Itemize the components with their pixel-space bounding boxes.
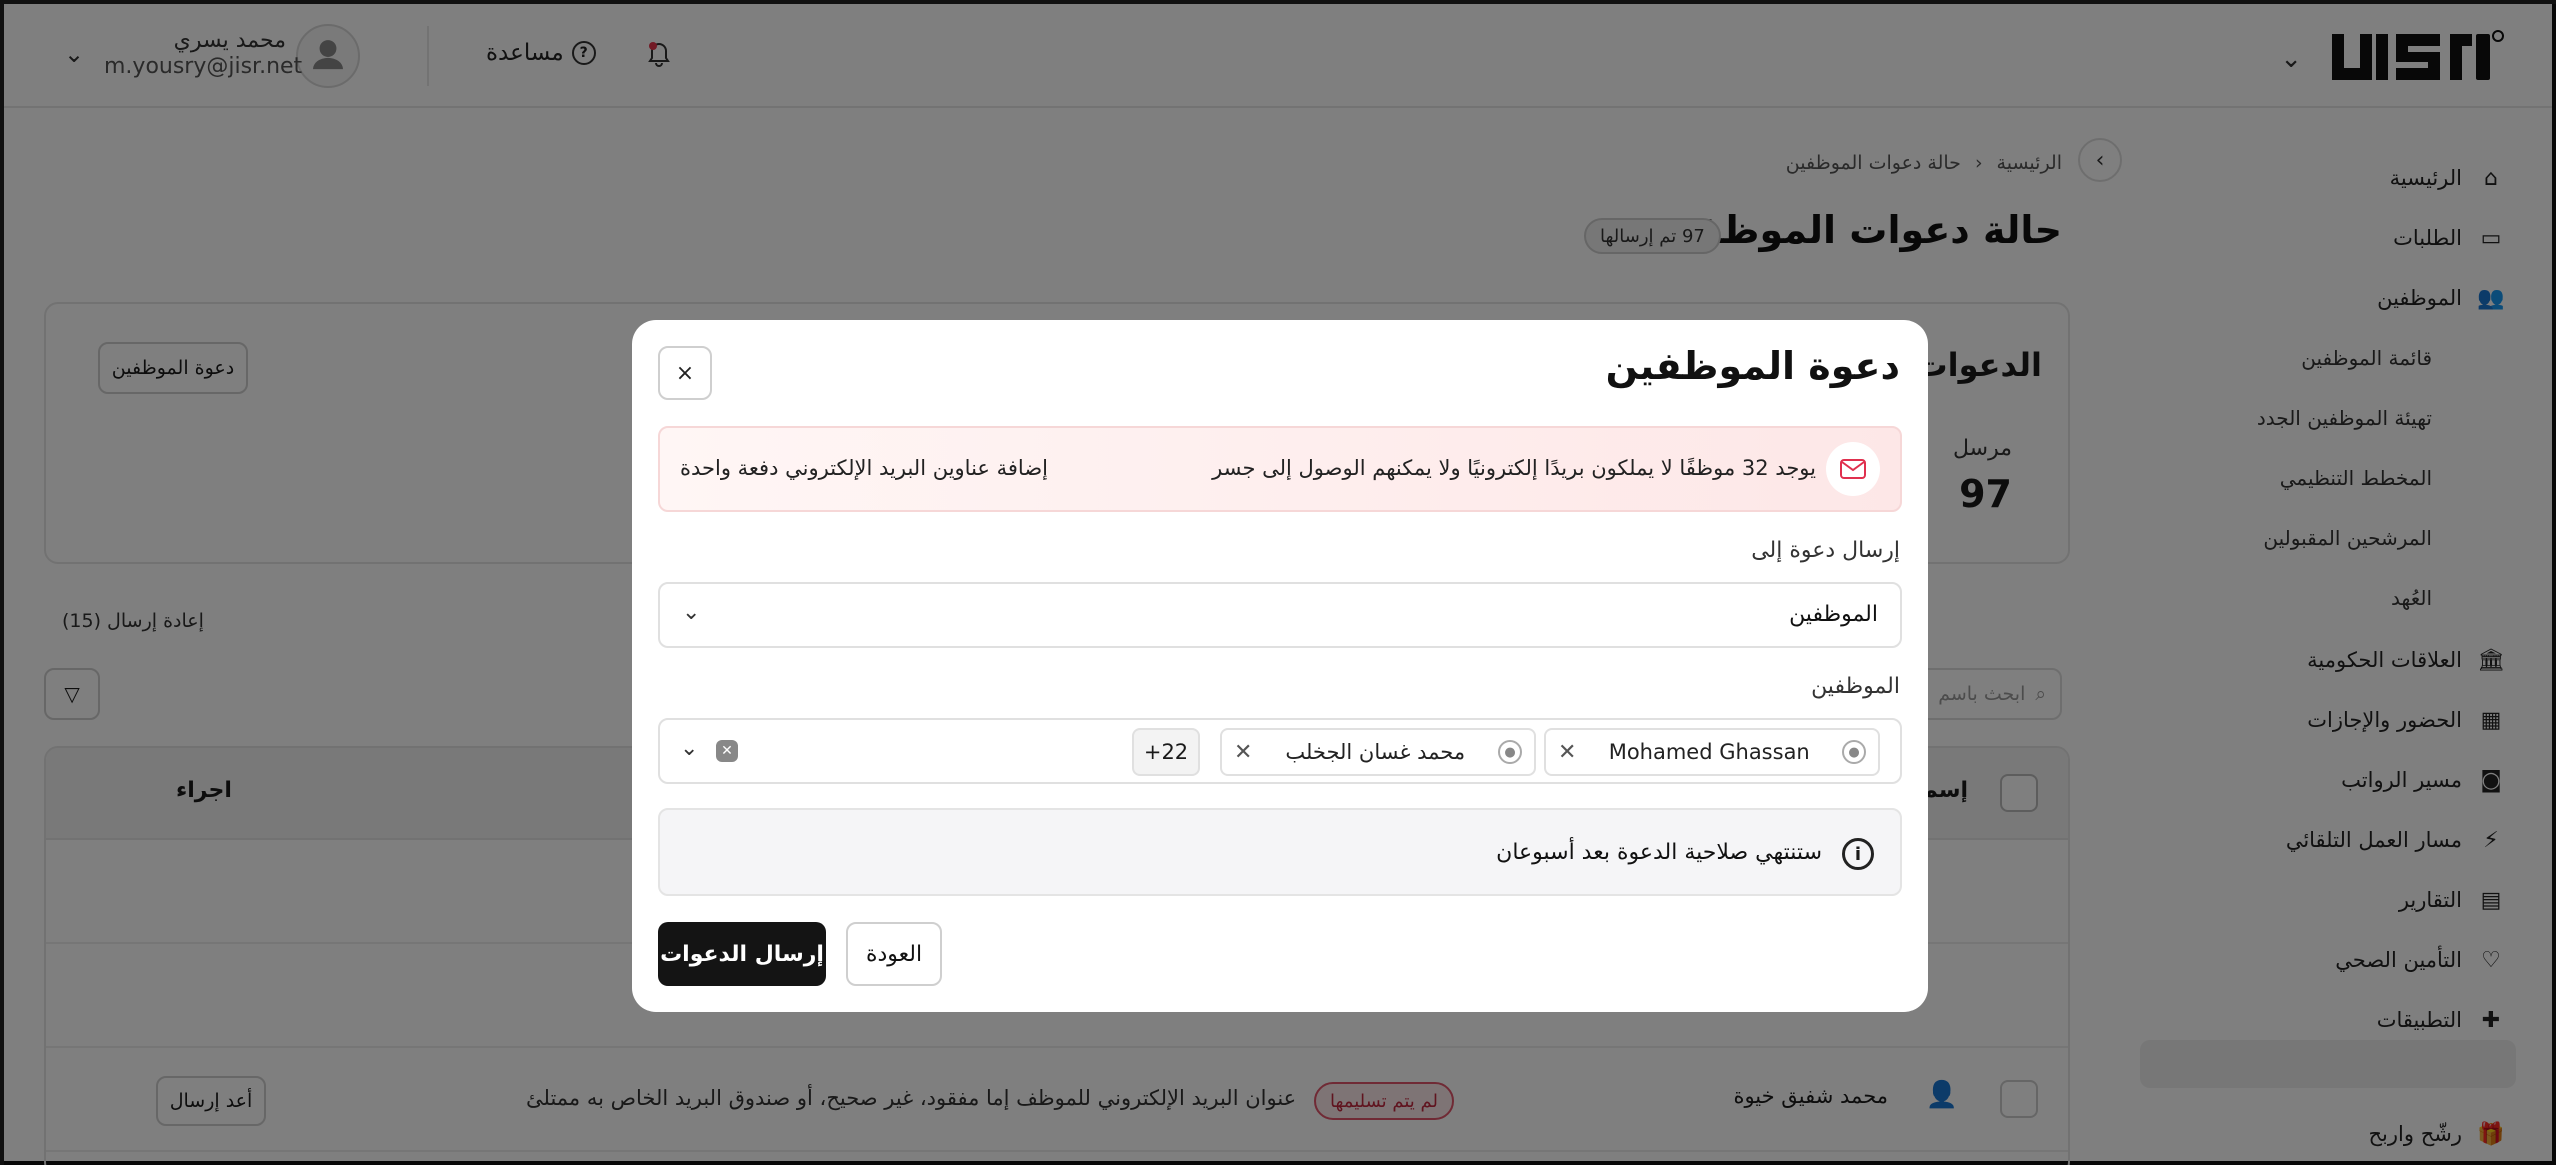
invite-employees-modal: دعوة الموظفين × يوجد 32 موظفًا لا يملكون… xyxy=(632,320,1928,1012)
chip-label: Mohamed Ghassan xyxy=(1608,740,1810,764)
close-button[interactable]: × xyxy=(658,346,712,400)
missing-email-alert: يوجد 32 موظفًا لا يملكون بريدًا إلكتروني… xyxy=(658,426,1902,512)
send-to-value: الموظفين xyxy=(1789,602,1878,627)
employee-chip: ● محمد غسان الجخلب ✕ xyxy=(1220,728,1536,776)
chevron-down-icon: ⌄ xyxy=(682,600,701,625)
remove-chip-icon[interactable]: ✕ xyxy=(1234,740,1252,765)
employees-multiselect[interactable]: ● Mohamed Ghassan ✕ ● محمد غسان الجخلب ✕… xyxy=(658,718,1902,784)
expiry-info-box: i ستنتهي صلاحية الدعوة بعد أسبوعان xyxy=(658,808,1902,896)
employees-label: الموظفين xyxy=(1811,674,1900,699)
send-to-select[interactable]: الموظفين ⌄ xyxy=(658,582,1902,648)
alert-text: يوجد 32 موظفًا لا يملكون بريدًا إلكتروني… xyxy=(1212,456,1816,480)
bulk-add-emails-link[interactable]: إضافة عناوين البريد الإلكتروني دفعة واحد… xyxy=(680,456,1048,480)
clear-all-icon[interactable]: ✕ xyxy=(716,740,738,762)
modal-title: دعوة الموظفين xyxy=(1605,344,1900,388)
person-icon: ● xyxy=(1842,740,1866,764)
send-invitations-button[interactable]: إرسال الدعوات xyxy=(658,922,826,986)
chevron-down-icon[interactable]: ⌄ xyxy=(680,736,698,761)
person-icon: ● xyxy=(1498,740,1522,764)
send-to-label: إرسال دعوة إلى xyxy=(1751,538,1900,563)
more-employees-count[interactable]: 22+ xyxy=(1132,728,1200,776)
employee-chip: ● Mohamed Ghassan ✕ xyxy=(1544,728,1880,776)
mail-warning-icon xyxy=(1826,442,1880,496)
chip-label: محمد غسان الجخلب xyxy=(1285,740,1466,764)
close-icon: × xyxy=(675,360,695,386)
expiry-info-text: ستنتهي صلاحية الدعوة بعد أسبوعان xyxy=(1496,840,1822,865)
remove-chip-icon[interactable]: ✕ xyxy=(1558,740,1576,765)
info-icon: i xyxy=(1842,838,1874,870)
back-button[interactable]: العودة xyxy=(846,922,942,986)
